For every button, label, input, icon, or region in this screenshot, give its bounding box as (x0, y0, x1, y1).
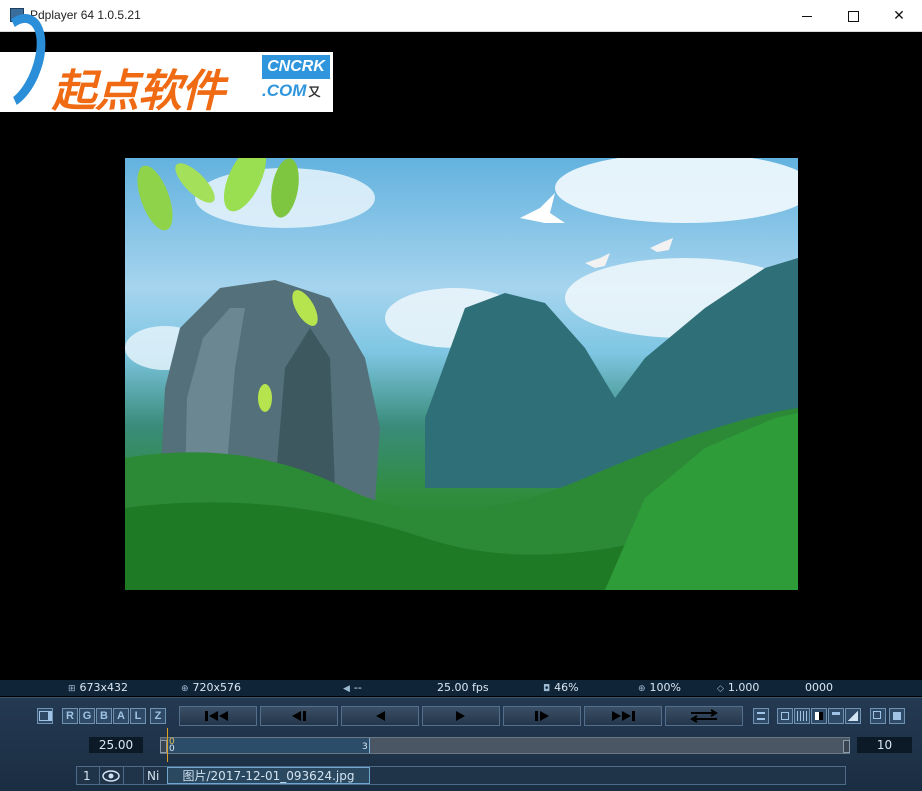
status-zoom: ⊕ 100% (638, 681, 681, 694)
watermark-domain-text: .COM (262, 81, 307, 100)
divider (123, 767, 124, 784)
first-frame-icon (205, 711, 228, 721)
opacity-value: 46% (554, 681, 579, 694)
loop-button[interactable] (665, 706, 743, 726)
opacity-icon: ◘ (543, 684, 551, 694)
split-button[interactable] (845, 708, 861, 724)
watermark-domain: .COM 又 (262, 81, 320, 101)
loop-icon (690, 709, 718, 723)
list-icon (757, 712, 765, 720)
zoom-icon: ⊕ (638, 684, 646, 694)
divider (99, 767, 100, 784)
playhead[interactable] (167, 728, 168, 762)
landscape-image (125, 158, 798, 590)
timeline-end-handle[interactable] (843, 740, 850, 753)
watermark-mark: 又 (308, 85, 321, 99)
step-forward-icon (535, 711, 549, 721)
timeline-start-handle[interactable] (160, 740, 167, 753)
channel-r-button[interactable]: R (62, 708, 78, 724)
end-frame-field[interactable]: 10 (857, 737, 912, 753)
channel-a-button[interactable]: A (113, 708, 129, 724)
compare-icon (873, 711, 881, 719)
status-audio: ◀ -- (343, 681, 362, 694)
window-title: Pdplayer 64 1.0.5.21 (30, 8, 141, 22)
fps-field[interactable]: 25.00 (89, 737, 143, 753)
checker-button[interactable] (811, 708, 827, 724)
gamma-value: 1.000 (727, 681, 760, 694)
video-viewport[interactable] (0, 52, 922, 680)
status-canvas-size: ⊕ 720x576 (181, 681, 241, 694)
fullscreen-icon (893, 712, 901, 720)
eye-icon (102, 769, 120, 782)
current-frame-label: 3 (362, 742, 368, 752)
layers-toggle-button[interactable] (37, 708, 53, 724)
frame-size-icon: ⊞ (68, 684, 76, 694)
layer-mode[interactable]: Ni (147, 767, 159, 784)
timeline-track[interactable]: 0 0 3 (160, 728, 850, 762)
layers-icon (38, 711, 52, 721)
compare-button[interactable] (870, 708, 886, 724)
last-frame-button[interactable] (584, 706, 662, 726)
channel-g-button[interactable]: G (79, 708, 95, 724)
info-button[interactable] (828, 708, 844, 724)
safe-frame-icon (781, 712, 789, 720)
close-button[interactable]: ✕ (876, 0, 922, 32)
play-backward-button[interactable] (341, 706, 419, 726)
list-view-button[interactable] (753, 708, 769, 724)
channel-z-button[interactable]: Z (150, 708, 166, 724)
status-fps: 25.00 fps (437, 681, 489, 694)
layer-filename[interactable]: 图片/2017-12-01_093624.jpg (167, 767, 370, 784)
status-timecode: 0000 (805, 681, 833, 694)
play-backward-icon (376, 711, 385, 721)
minimize-icon (802, 15, 812, 17)
safe-frame-button[interactable] (777, 708, 793, 724)
play-forward-button[interactable] (422, 706, 500, 726)
canvas-size-icon: ⊕ (181, 684, 189, 694)
channel-b-button[interactable]: B (96, 708, 112, 724)
split-icon (848, 711, 858, 721)
play-forward-icon (456, 711, 465, 721)
step-back-icon (292, 711, 306, 721)
visibility-toggle[interactable] (101, 767, 121, 784)
channel-l-button[interactable]: L (130, 708, 146, 724)
fullscreen-button[interactable] (889, 708, 905, 724)
layer-row[interactable]: 1 Ni 图片/2017-12-01_093624.jpg (76, 766, 846, 785)
watermark-brand-cn: 起点软件 (52, 66, 225, 117)
grid-button[interactable] (794, 708, 810, 724)
speaker-icon: ◀ (343, 684, 350, 694)
timeline-range (167, 738, 370, 753)
watermark-logo: 起点软件 CNCRK .COM 又 (0, 5, 333, 119)
status-opacity: ◘ 46% (543, 681, 579, 694)
step-forward-button[interactable] (503, 706, 581, 726)
audio-value: -- (353, 681, 362, 694)
zoom-value: 100% (649, 681, 681, 694)
grid-icon (797, 711, 807, 721)
watermark-brand-en: CNCRK (262, 55, 330, 79)
status-gamma: ◇ 1.000 (717, 681, 759, 694)
layer-index: 1 (83, 768, 91, 783)
info-icon (832, 712, 840, 720)
maximize-icon (847, 10, 859, 22)
video-frame (125, 158, 798, 590)
first-frame-button[interactable] (179, 706, 257, 726)
step-back-button[interactable] (260, 706, 338, 726)
minimize-button[interactable] (784, 0, 830, 32)
checker-icon (815, 712, 823, 720)
frame-size-value: 673x432 (79, 681, 129, 694)
close-icon: ✕ (893, 8, 905, 24)
divider (143, 767, 144, 784)
canvas-size-value: 720x576 (192, 681, 242, 694)
maximize-button[interactable] (830, 0, 876, 32)
control-panel: R G B A L Z 25.00 0 0 3 10 1 Ni 图片/2017-… (0, 697, 922, 791)
gamma-icon: ◇ (717, 684, 724, 694)
start-marker-bottom: 0 (169, 744, 175, 754)
status-bar: ⊞ 673x432 ⊕ 720x576 ◀ -- 25.00 fps ◘ 46% ⊕ 10… (0, 680, 922, 696)
title-bar: Pdplayer 64 1.0.5.21 ✕ (0, 0, 922, 32)
status-frame-size: ⊞ 673x432 (68, 681, 128, 694)
last-frame-icon (612, 711, 635, 721)
